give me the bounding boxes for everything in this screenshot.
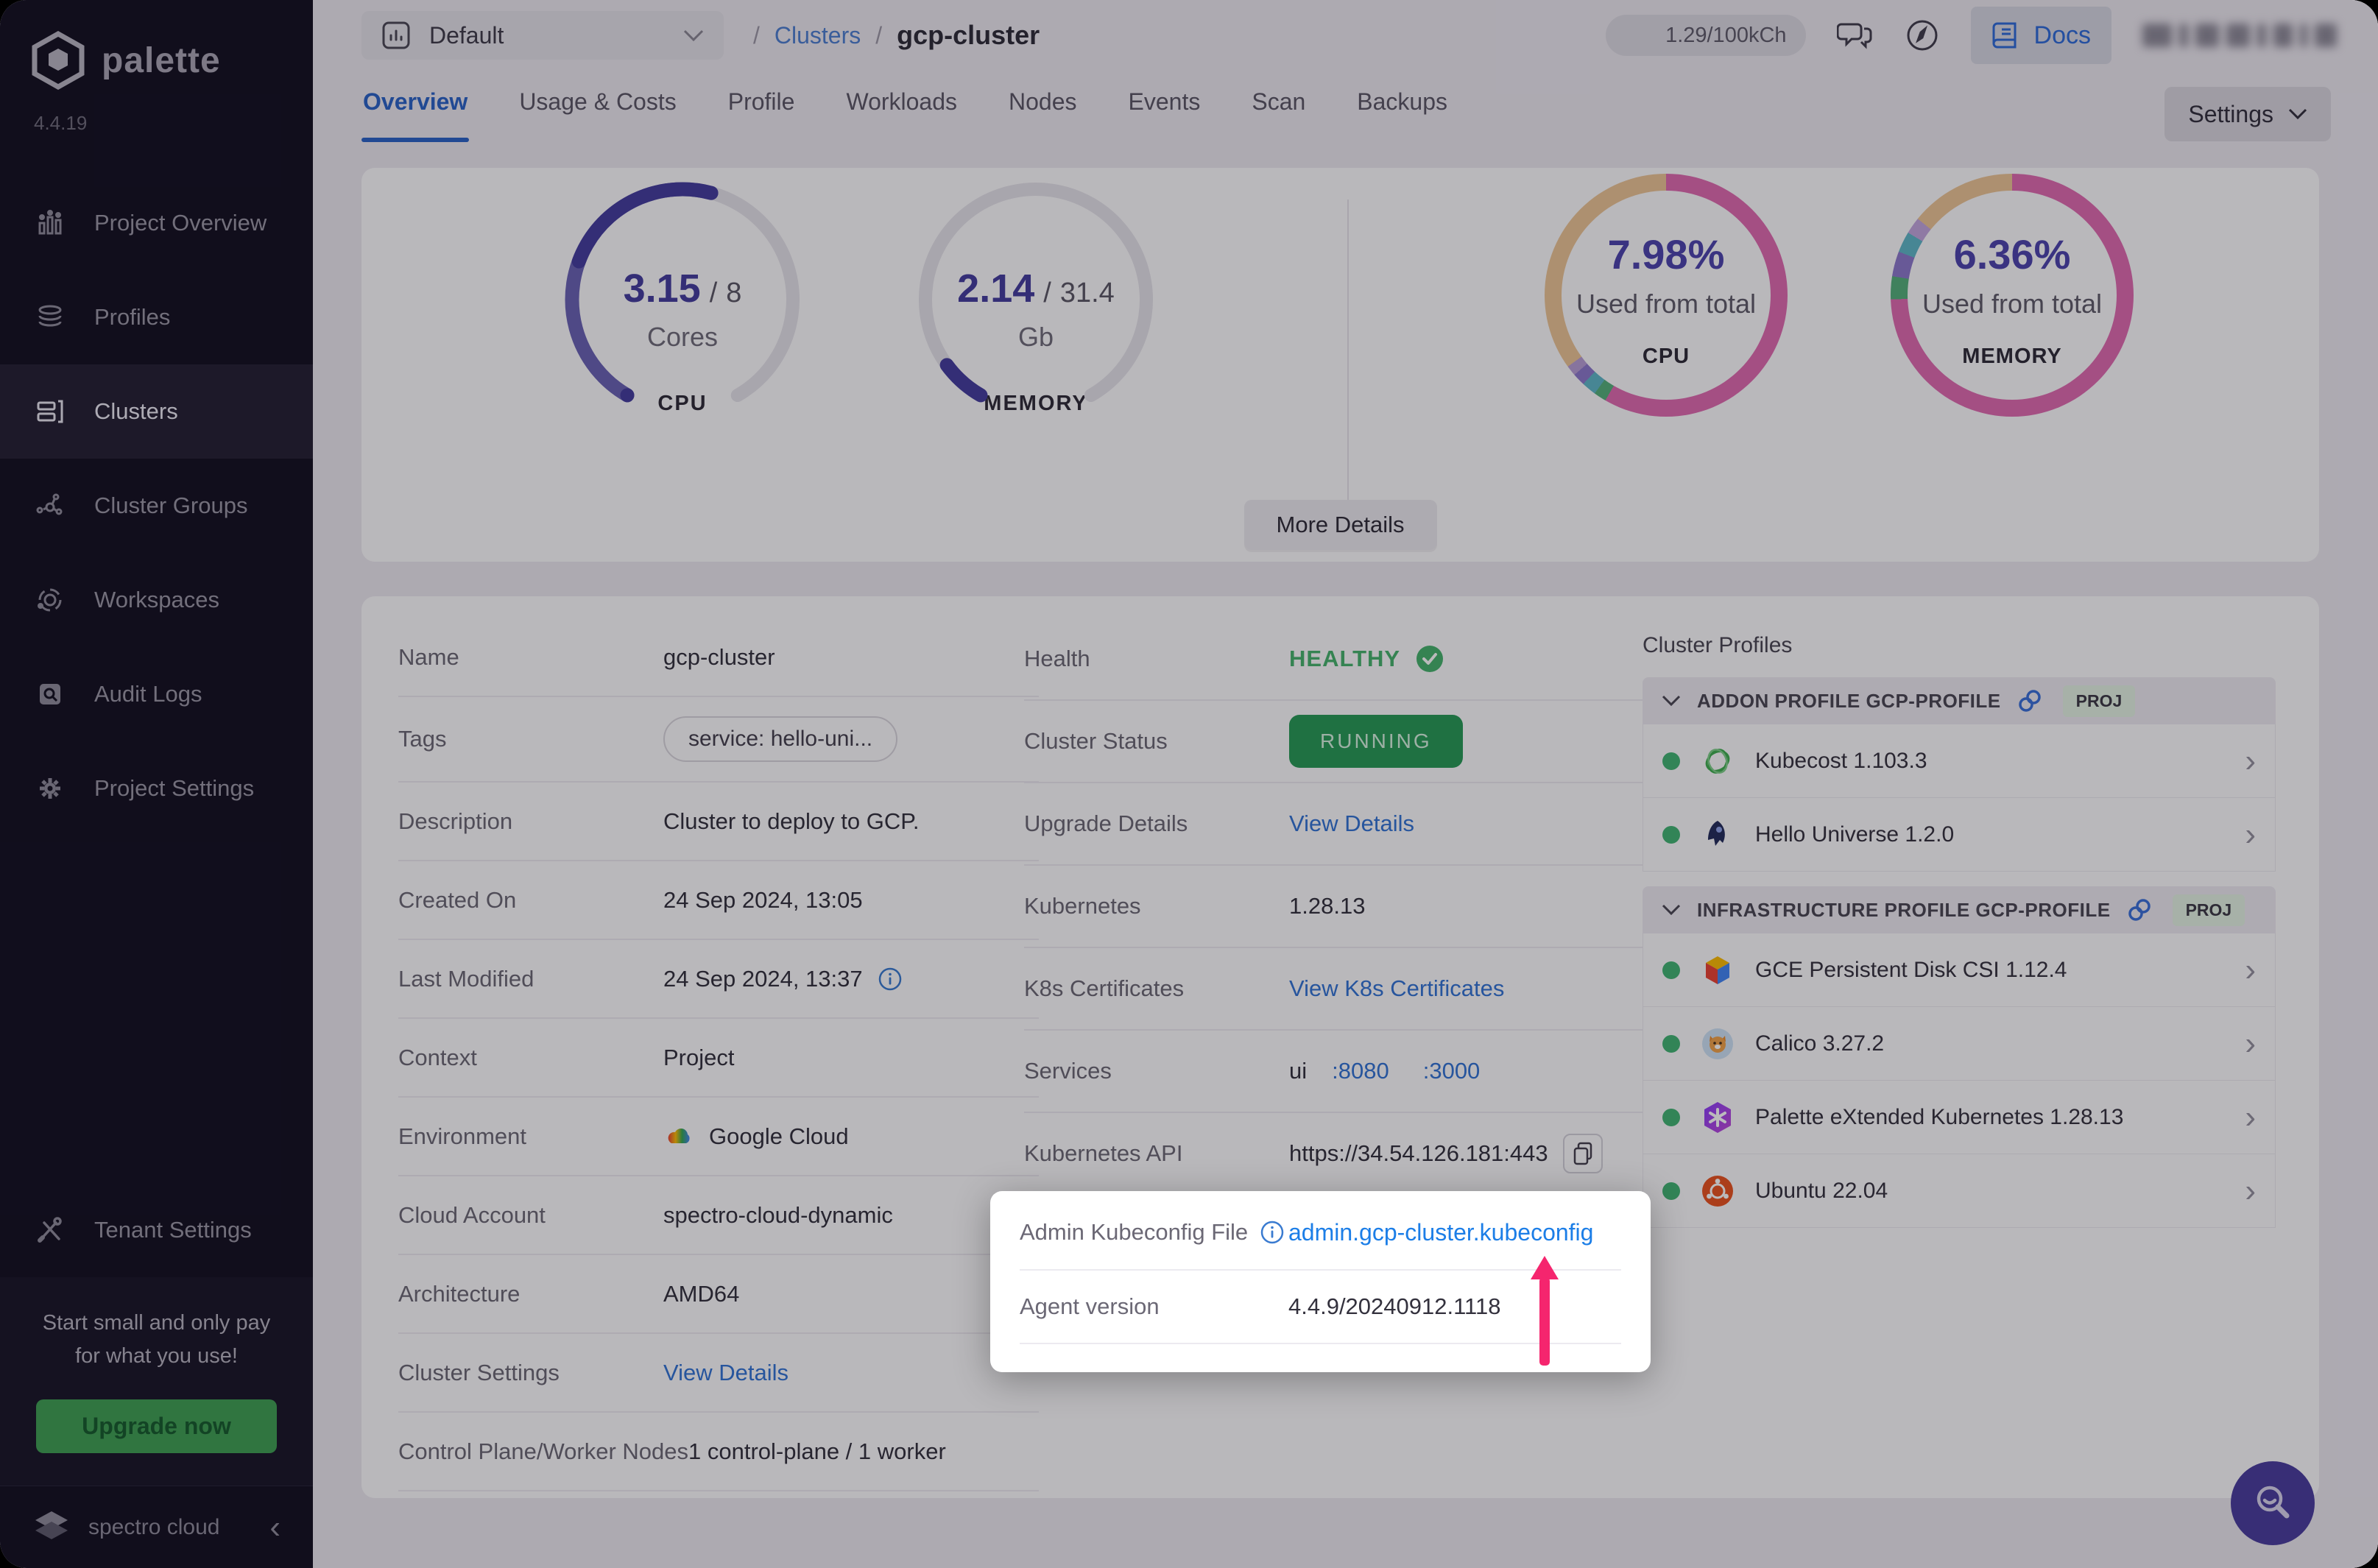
admin-kubeconfig-download-link[interactable]: admin.gcp-cluster.kubeconfig bbox=[1288, 1219, 1593, 1246]
info-icon[interactable] bbox=[1260, 1220, 1285, 1245]
pointer-arrow bbox=[1528, 1256, 1561, 1368]
agent-version-value: 4.4.9/20240912.1118 bbox=[1288, 1293, 1500, 1320]
app-window: palette 4.4.19 Project Overview bbox=[0, 0, 2378, 1568]
kubeconfig-spotlight-panel: Admin Kubeconfig File admin.gcp-cluster.… bbox=[990, 1191, 1651, 1372]
